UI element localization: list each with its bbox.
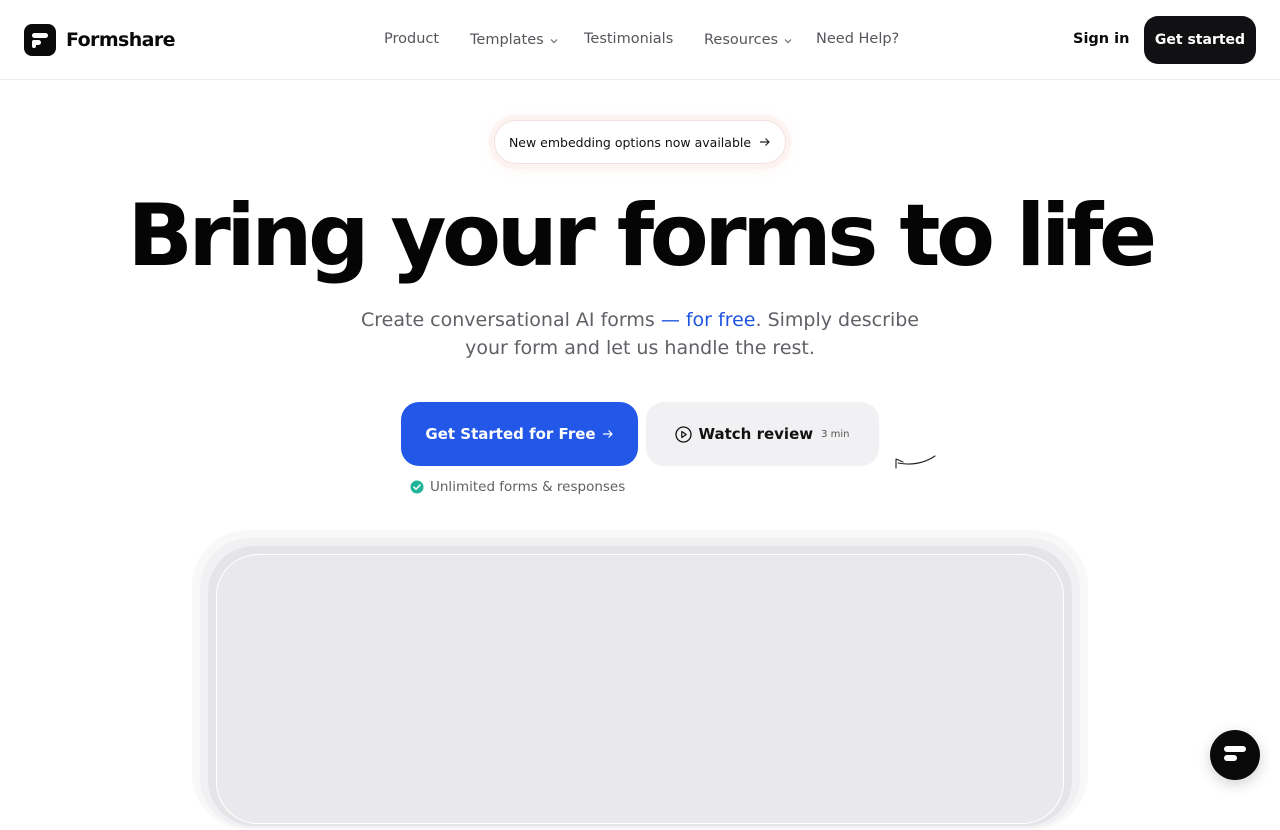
arrow-right-icon — [759, 135, 771, 150]
nav-item-label: Product — [384, 31, 440, 47]
subtitle-accent: — for free — [660, 309, 756, 331]
chevron-down-icon — [784, 32, 792, 48]
subtitle-text: Create conversational AI forms — [361, 309, 661, 331]
hand-drawn-arrow-icon — [892, 448, 938, 476]
check-badge-icon — [410, 480, 424, 494]
sign-in-link[interactable]: Sign in — [1073, 31, 1129, 47]
nav-item-label: Templates — [470, 31, 544, 48]
button-label: Get Started for Free — [425, 425, 596, 443]
nav-item-resources[interactable]: Resources — [704, 31, 792, 48]
get-started-button[interactable]: Get started — [1144, 16, 1256, 64]
nav-item-need-help[interactable]: Need Help? — [816, 31, 899, 47]
note-text: Unlimited forms & responses — [430, 479, 626, 495]
chat-widget-button[interactable] — [1210, 730, 1260, 780]
arrow-right-icon — [602, 425, 614, 443]
nav-item-templates[interactable]: Templates — [470, 31, 558, 48]
product-preview-screen — [216, 554, 1064, 824]
formshare-chat-icon — [1223, 745, 1247, 766]
play-circle-icon — [675, 425, 693, 443]
hero-title: Bring your forms to life — [127, 186, 1157, 286]
video-duration: 3 min — [821, 428, 850, 440]
watch-review-button[interactable]: Watch review 3 min — [646, 402, 879, 466]
nav-item-label: Need Help? — [816, 31, 900, 47]
announcement-text: New embedding options now available — [508, 134, 752, 150]
get-started-free-button[interactable]: Get Started for Free — [401, 402, 638, 466]
announcement-pill[interactable]: New embedding options now available — [494, 120, 786, 164]
nav-item-testimonials[interactable]: Testimonials — [584, 31, 673, 47]
nav-item-label: Testimonials — [584, 31, 674, 47]
site-header: Formshare Product Templates Testimonials… — [0, 0, 1280, 80]
nav-item-label: Resources — [704, 31, 779, 48]
nav-item-product[interactable]: Product — [384, 31, 439, 47]
hero-subtitle: Create conversational AI forms — for fre… — [340, 306, 940, 362]
chevron-down-icon — [550, 32, 558, 48]
cta-note: Unlimited forms & responses — [410, 479, 625, 495]
button-label: Watch review — [698, 425, 814, 443]
